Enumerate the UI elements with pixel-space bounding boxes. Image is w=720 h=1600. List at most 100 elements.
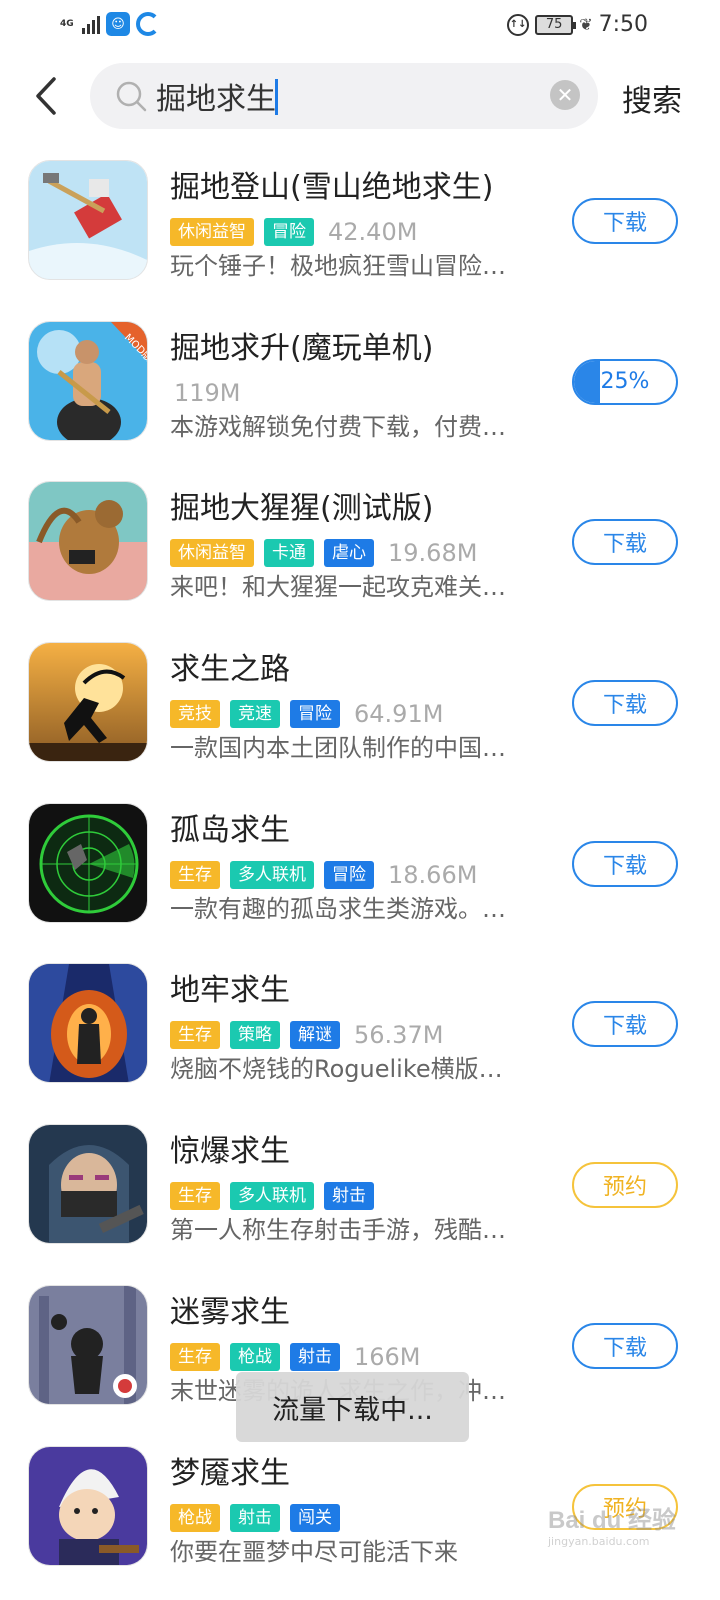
game-title: 掘地求升(魔玩单机): [170, 330, 434, 366]
game-icon: [28, 481, 148, 602]
game-description: 一款有趣的孤岛求生类游戏。…: [170, 894, 506, 923]
tag: 解谜: [290, 1021, 340, 1050]
download-button[interactable]: 下载: [572, 680, 678, 727]
download-button[interactable]: 下载: [572, 1322, 678, 1369]
download-progress-fill: [574, 360, 600, 403]
tag: 策略: [230, 1021, 280, 1050]
tag: 竞技: [170, 700, 220, 729]
tag: 冒险: [264, 218, 314, 246]
tag: 射击: [324, 1182, 374, 1211]
tag: 闯关: [290, 1503, 340, 1532]
tag: 多人联机: [230, 860, 314, 889]
file-size: 166M: [354, 1342, 421, 1371]
download-progress-percent: 25%: [600, 369, 650, 395]
file-size: 19.68M: [388, 539, 478, 568]
watermark-logo: Bai du 经验: [548, 1507, 677, 1534]
text-caret: [275, 79, 278, 115]
search-header: ✕ 搜索: [0, 60, 720, 132]
search-input[interactable]: [156, 71, 536, 121]
game-title: 求生之路: [170, 652, 290, 688]
game-icon: [28, 802, 148, 923]
tag: 多人联机: [230, 1182, 314, 1211]
list-item[interactable]: 掘地登山(雪山绝地求生) 休闲益智 冒险 42.40M 玩个锤子！极地疯狂雪山冒…: [0, 150, 720, 311]
list-item[interactable]: 孤岛求生 生存 多人联机 冒险 18.66M 一款有趣的孤岛求生类游戏。… 下载: [0, 793, 720, 954]
tag: 枪战: [170, 1503, 220, 1532]
tag: 生存: [170, 1342, 220, 1371]
list-item[interactable]: 掘地大猩猩(测试版) 休闲益智 卡通 虐心 19.68M 来吧！和大猩猩一起攻克…: [0, 471, 720, 632]
tag: 休闲益智: [170, 539, 254, 568]
tag: 冒险: [324, 860, 374, 889]
file-size: 64.91M: [354, 700, 444, 729]
game-meta: 竞技 竞速 冒险 64.91M: [170, 700, 444, 729]
game-meta: 生存 策略 解谜 56.37M: [170, 1021, 444, 1050]
list-item[interactable]: MOD版 掘地求升(魔玩单机) 119M 本游戏解锁免付费下载，付费… 25%: [0, 311, 720, 472]
power-saving-icon: ❦: [579, 15, 593, 34]
tag: 冒险: [290, 700, 340, 729]
reserve-button[interactable]: 预约: [572, 1162, 678, 1209]
notification-app2-icon: [136, 12, 160, 36]
game-icon: [28, 963, 148, 1084]
game-meta: 生存 枪战 射击 166M: [170, 1342, 421, 1371]
game-title: 地牢求生: [170, 973, 290, 1009]
signal-icon: [82, 14, 100, 34]
clock: 7:50: [598, 12, 648, 37]
baidu-watermark: Bai du 经验 jingyan.baidu.com: [548, 1500, 708, 1560]
game-description: 来吧！和大猩猩一起攻克难关…: [170, 573, 506, 602]
download-button[interactable]: 下载: [572, 1001, 678, 1048]
back-button[interactable]: [28, 74, 64, 118]
game-title: 迷雾求生: [170, 1294, 290, 1330]
tag: 生存: [170, 1182, 220, 1211]
game-icon: [28, 160, 148, 280]
tag: 虐心: [324, 539, 374, 568]
file-size: 42.40M: [328, 218, 418, 246]
search-box[interactable]: ✕: [90, 63, 598, 129]
tag: 休闲益智: [170, 218, 254, 246]
download-button[interactable]: 下载: [572, 198, 678, 244]
battery-level: 75: [545, 17, 563, 32]
game-icon: [28, 1124, 148, 1245]
game-meta: 枪战 射击 闯关: [170, 1503, 340, 1532]
notification-app-icon: ☺: [106, 12, 130, 36]
close-icon: ✕: [556, 83, 574, 107]
game-description: 玩个锤子！极地疯狂雪山冒险…: [170, 252, 506, 280]
list-item[interactable]: 惊爆求生 生存 多人联机 射击 第一人称生存射击手游，残酷… 预约: [0, 1114, 720, 1275]
tag: 枪战: [230, 1342, 280, 1371]
tag: 生存: [170, 1021, 220, 1050]
tag: 射击: [290, 1342, 340, 1371]
game-description: 你要在噩梦中尽可能活下来: [170, 1537, 458, 1566]
game-description: 一款国内本土团队制作的中国…: [170, 734, 506, 763]
back-arrow-icon: [36, 77, 56, 115]
network-type: 4G: [60, 18, 74, 29]
watermark-url: jingyan.baidu.com: [548, 1535, 650, 1548]
tag: 射击: [230, 1503, 280, 1532]
game-title: 孤岛求生: [170, 812, 290, 848]
game-meta: 生存 多人联机 冒险 18.66M: [170, 860, 478, 889]
game-title: 掘地登山(雪山绝地求生): [170, 170, 494, 205]
game-meta: 119M: [170, 379, 241, 407]
download-progress-button[interactable]: 25%: [572, 358, 678, 405]
battery-icon: 75: [535, 14, 577, 35]
search-button[interactable]: 搜索: [622, 76, 682, 120]
status-left: 4G ☺: [60, 12, 160, 36]
tag: 生存: [170, 860, 220, 889]
search-icon: [116, 81, 147, 112]
download-button[interactable]: 下载: [572, 519, 678, 566]
list-item[interactable]: 求生之路 竞技 竞速 冒险 64.91M 一款国内本土团队制作的中国… 下载: [0, 632, 720, 793]
data-saver-icon: ↑↓: [507, 13, 530, 36]
game-icon: [28, 642, 148, 763]
game-title: 惊爆求生: [170, 1134, 290, 1170]
game-meta: 休闲益智 冒险 42.40M: [170, 218, 417, 246]
list-item[interactable]: 地牢求生 生存 策略 解谜 56.37M 烧脑不烧钱的Roguelike横版… …: [0, 953, 720, 1114]
tag: 竞速: [230, 700, 280, 729]
file-size: 18.66M: [388, 860, 478, 889]
download-button[interactable]: 下载: [572, 840, 678, 887]
clear-search-button[interactable]: ✕: [550, 80, 580, 110]
toast-message: 流量下载中...: [236, 1372, 469, 1442]
game-description: 本游戏解锁免付费下载，付费…: [170, 412, 506, 441]
game-icon: [28, 1284, 148, 1405]
game-icon: MOD版: [28, 320, 148, 441]
game-description: 第一人称生存射击手游，残酷…: [170, 1216, 506, 1245]
game-icon: [28, 1445, 148, 1566]
game-meta: 休闲益智 卡通 虐心 19.68M: [170, 539, 478, 568]
file-size: 56.37M: [354, 1021, 444, 1050]
